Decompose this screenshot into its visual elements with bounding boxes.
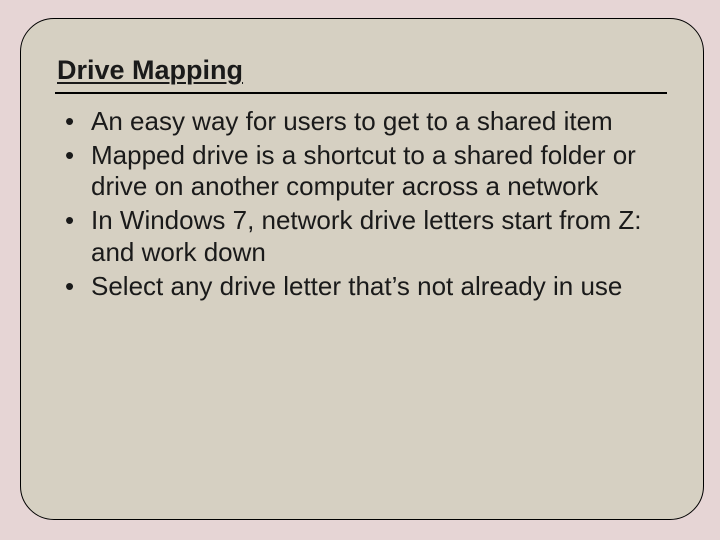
bullet-list: An easy way for users to get to a shared… bbox=[55, 106, 667, 302]
slide-content: An easy way for users to get to a shared… bbox=[55, 106, 667, 302]
slide: Drive Mapping An easy way for users to g… bbox=[0, 0, 720, 540]
slide-panel: Drive Mapping An easy way for users to g… bbox=[20, 18, 704, 520]
list-item: Select any drive letter that’s not alrea… bbox=[55, 271, 667, 303]
list-item: In Windows 7, network drive letters star… bbox=[55, 205, 667, 268]
title-underline-rule bbox=[55, 92, 667, 94]
list-item: Mapped drive is a shortcut to a shared f… bbox=[55, 140, 667, 203]
list-item: An easy way for users to get to a shared… bbox=[55, 106, 667, 138]
slide-title: Drive Mapping bbox=[57, 55, 667, 86]
